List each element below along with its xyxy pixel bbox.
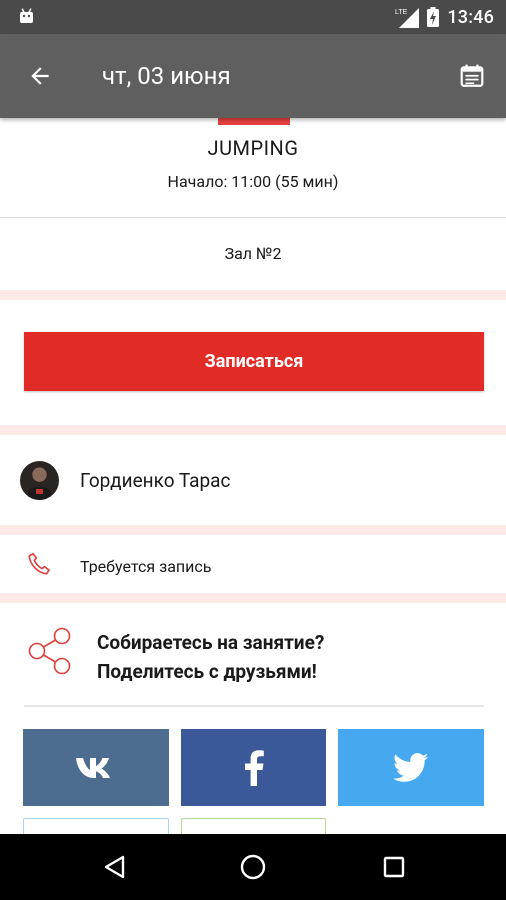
- nav-back-button[interactable]: [99, 851, 131, 883]
- section-separator: [0, 425, 506, 435]
- share-prompt-line2: Поделитесь с друзьями!: [97, 660, 317, 683]
- trainer-row[interactable]: Гордиенко Тарас: [0, 443, 506, 519]
- booking-requirement-row: Требуется запись: [0, 538, 506, 593]
- class-start-time: Начало: 11:00 (55 мин): [167, 172, 339, 191]
- calendar-icon: [460, 64, 484, 87]
- share-twitter-button[interactable]: [338, 729, 484, 806]
- page-title: чт, 03 июня: [102, 62, 231, 90]
- section-separator: [0, 593, 506, 603]
- svg-text:LTE: LTE: [395, 9, 408, 16]
- back-arrow-icon: [31, 67, 49, 85]
- nav-home-button[interactable]: [237, 851, 269, 883]
- battery-charging-icon: [427, 7, 440, 27]
- trainer-name: Гордиенко Тарас: [80, 469, 231, 492]
- section-separator: [0, 525, 506, 535]
- facebook-icon: [244, 749, 264, 786]
- system-nav-bar: [0, 834, 506, 900]
- booking-requirement-text: Требуется запись: [80, 557, 212, 576]
- class-color-marker: [218, 118, 290, 125]
- class-name: JUMPING: [207, 136, 299, 160]
- divider: [0, 217, 506, 218]
- divider: [24, 705, 484, 707]
- share-vk-button[interactable]: [23, 729, 169, 806]
- share-prompt-line1: Собираетесь на занятие?: [97, 631, 325, 654]
- android-icon: [20, 8, 33, 23]
- twitter-icon: [393, 752, 429, 782]
- nav-recents-icon: [383, 856, 405, 878]
- share-network-icon: [28, 627, 71, 675]
- section-separator: [0, 290, 506, 300]
- app-bar: чт, 03 июня: [0, 34, 506, 118]
- nav-back-icon: [104, 855, 125, 879]
- class-hall: Зал №2: [224, 244, 282, 263]
- signal-icon: LTE: [395, 8, 420, 28]
- nav-recents-button[interactable]: [378, 851, 410, 883]
- status-time: 13:46: [447, 6, 494, 28]
- signup-button[interactable]: Записаться: [24, 332, 484, 391]
- nav-home-icon: [240, 854, 266, 880]
- phone-icon: [28, 552, 50, 575]
- class-details: JUMPING Начало: 11:00 (55 мин) Зал №2 За…: [0, 118, 506, 834]
- status-bar: LTE 13:46: [0, 0, 506, 34]
- share-facebook-button[interactable]: [181, 729, 326, 806]
- share-button-partial[interactable]: [23, 818, 169, 834]
- calendar-button[interactable]: [456, 60, 488, 92]
- back-button[interactable]: [24, 60, 56, 92]
- share-button-partial[interactable]: [181, 818, 326, 834]
- vk-icon: [76, 757, 110, 778]
- trainer-avatar: [20, 461, 59, 500]
- share-prompt: Собираетесь на занятие? Поделитесь с дру…: [97, 628, 324, 686]
